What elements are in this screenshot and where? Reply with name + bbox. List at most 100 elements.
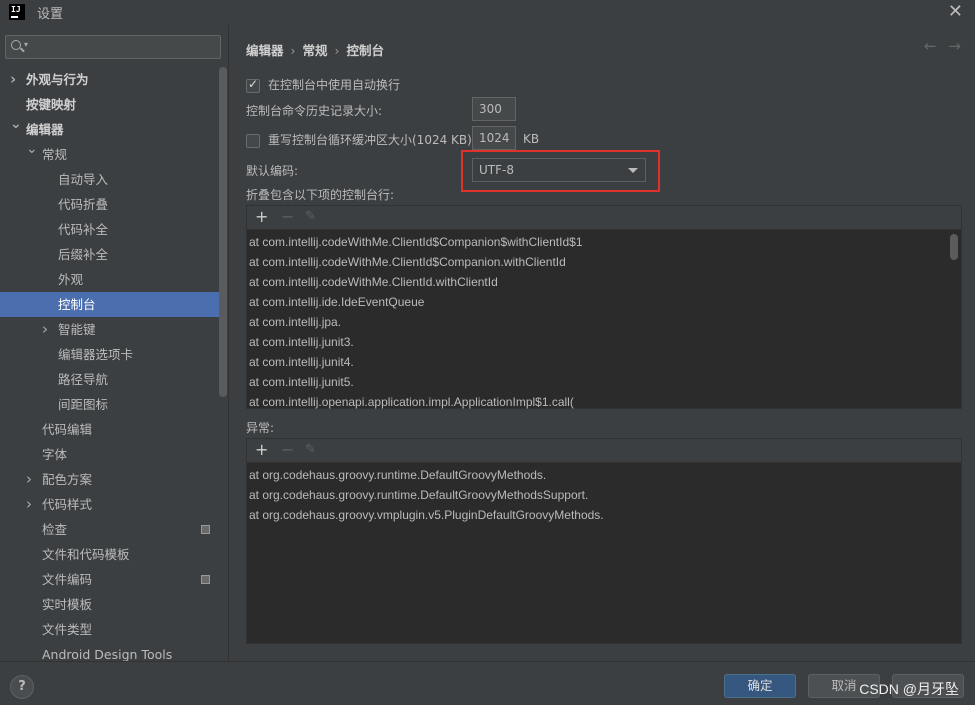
sidebar-item[interactable]: 实时模板 [0,592,220,617]
sidebar-item[interactable]: 检查 [0,517,220,542]
sidebar-item-label: 常规 [42,147,68,162]
chevron-right-icon[interactable]: › [10,67,16,92]
chevron-down-icon: ▾ [24,40,29,49]
list-item[interactable]: at com.intellij.codeWithMe.ClientId$Comp… [247,252,961,272]
sidebar-item[interactable]: 后缀补全 [0,242,220,267]
annotation-highlight-box [461,150,660,192]
sidebar-item-label: 按键映射 [26,97,77,112]
sidebar-item[interactable]: 按键映射 [0,92,220,117]
ok-button[interactable]: 确定 [724,674,796,698]
search-input[interactable]: ▾ [5,35,221,59]
sidebar-item[interactable]: ⌄ 常规 [0,141,220,167]
sidebar-item[interactable]: 代码编辑 [0,417,220,442]
forward-arrow-icon[interactable]: → [948,37,961,55]
sidebar-item-label: 控制台 [58,297,96,312]
fold-lines-panel: + − ✎ at com.intellij.codeWithMe.ClientI… [246,205,962,409]
sidebar-item-label: 智能键 [58,322,96,337]
history-size-input[interactable]: 300 [472,97,516,121]
fold-lines-scrollbar[interactable] [950,234,958,260]
fold-lines-list: at com.intellij.codeWithMe.ClientId$Comp… [247,230,961,412]
sidebar-item[interactable]: 自动导入 [0,167,220,192]
sidebar-item[interactable]: 代码补全 [0,217,220,242]
override-buffer-row[interactable]: 重写控制台循环缓冲区大小(1024 KB) [246,131,472,148]
soft-wrap-checkbox[interactable] [246,77,260,93]
fold-lines-toolbar: + − ✎ [247,206,961,230]
soft-wrap-row[interactable]: 在控制台中使用自动换行 [246,76,400,93]
sidebar-item-label: 文件编码 [42,572,93,587]
sidebar-item[interactable]: 编辑器选项卡 [0,342,220,367]
back-arrow-icon[interactable]: ← [924,37,937,55]
sidebar-item[interactable]: 文件和代码模板 [0,542,220,567]
sidebar-item-label: 编辑器选项卡 [58,347,134,362]
sidebar-item[interactable]: 路径导航 [0,367,220,392]
title-bar: IJ 设置 ✕ [0,0,975,24]
sidebar-item-label: 字体 [42,447,68,462]
list-item[interactable]: at org.codehaus.groovy.runtime.DefaultGr… [247,465,961,485]
sidebar-item[interactable]: 控制台 [0,292,220,317]
exceptions-label: 异常: [246,421,275,435]
settings-content: 编辑器 › 常规 › 控制台 ← → 在控制台中使用自动换行 控制台命令历史记录大小: 3… [230,25,975,661]
override-buffer-checkbox[interactable] [246,133,260,148]
chevron-down-icon[interactable]: ⌄ [26,137,38,162]
list-item[interactable]: at com.intellij.codeWithMe.ClientId$Comp… [247,232,961,252]
history-size-label: 控制台命令历史记录大小: [246,104,383,118]
list-item[interactable]: at com.intellij.codeWithMe.ClientId.with… [247,272,961,292]
breadcrumb-general[interactable]: 常规 [303,43,328,58]
chevron-down-icon[interactable]: ⌄ [10,112,22,137]
sidebar-item-label: 文件类型 [42,622,93,637]
remove-icon[interactable]: − [281,207,294,226]
list-item[interactable]: at com.intellij.openapi.application.impl… [247,392,961,412]
sidebar-item-label: 代码补全 [58,222,109,237]
breadcrumb-separator: › [334,43,340,58]
chevron-right-icon[interactable]: › [26,492,32,517]
remove-icon[interactable]: − [281,440,294,459]
search-icon [11,40,21,50]
add-icon[interactable]: + [255,440,268,459]
sidebar-scrollbar[interactable] [219,67,227,397]
list-item[interactable]: at com.intellij.jpa. [247,312,961,332]
chevron-right-icon[interactable]: › [42,317,48,342]
list-item[interactable]: at com.intellij.junit5. [247,372,961,392]
list-item[interactable]: at com.intellij.ide.IdeEventQueue [247,292,961,312]
chevron-right-icon[interactable]: › [26,467,32,492]
list-item[interactable]: at com.intellij.junit3. [247,332,961,352]
buffer-size-input[interactable]: 1024 [472,126,516,150]
sidebar-item-label: 外观与行为 [26,72,89,87]
list-item[interactable]: at com.intellij.junit4. [247,352,961,372]
list-item[interactable]: at org.codehaus.groovy.vmplugin.v5.Plugi… [247,505,961,525]
sidebar-item-label: 文件和代码模板 [42,547,130,562]
sidebar-item[interactable]: › 代码样式 [0,492,220,517]
sidebar-item[interactable]: 代码折叠 [0,192,220,217]
breadcrumb-console: 控制台 [346,43,385,58]
sidebar-item[interactable]: 外观 [0,267,220,292]
exceptions-panel: + − ✎ at org.codehaus.groovy.runtime.Def… [246,438,962,644]
override-buffer-label: 重写控制台循环缓冲区大小(1024 KB) [268,133,472,147]
sidebar-item[interactable]: › 外观与行为 [0,67,220,92]
settings-tree: › 外观与行为 按键映射 ⌄ 编辑器 ⌄ 常规 自动导入 代码折叠 代码补全 后缀补全 外观 控制台 › 智… [0,67,220,667]
breadcrumb-editor[interactable]: 编辑器 [246,43,284,58]
sidebar-item[interactable]: 文件类型 [0,617,220,642]
exceptions-toolbar: + − ✎ [247,439,961,463]
soft-wrap-label: 在控制台中使用自动换行 [268,78,401,92]
help-button[interactable]: ? [10,675,34,699]
sidebar-item[interactable]: › 智能键 [0,317,220,342]
breadcrumb-separator: › [290,43,296,58]
sidebar-item[interactable]: 文件编码 [0,567,220,592]
sidebar-item-label: 实时模板 [42,597,93,612]
sidebar-item[interactable]: 字体 [0,442,220,467]
sidebar-item-label: 自动导入 [58,172,109,187]
edit-icon[interactable]: ✎ [305,209,316,224]
breadcrumb: 编辑器 › 常规 › 控制台 [246,40,384,59]
sidebar-item[interactable]: › 配色方案 [0,467,220,492]
project-scope-icon [201,575,210,584]
dialog-footer: ? 确定 取消 CSDN @月牙坠 [0,661,975,705]
list-item[interactable]: at org.codehaus.groovy.runtime.DefaultGr… [247,485,961,505]
exceptions-list: at org.codehaus.groovy.runtime.DefaultGr… [247,463,961,525]
sidebar-item-label: 间距图标 [58,397,109,412]
close-icon[interactable]: ✕ [948,1,963,22]
sidebar-item[interactable]: 间距图标 [0,392,220,417]
edit-icon[interactable]: ✎ [305,442,316,457]
add-icon[interactable]: + [255,207,268,226]
default-encoding-label: 默认编码: [246,164,299,178]
sidebar-item-label: 代码编辑 [42,422,93,437]
